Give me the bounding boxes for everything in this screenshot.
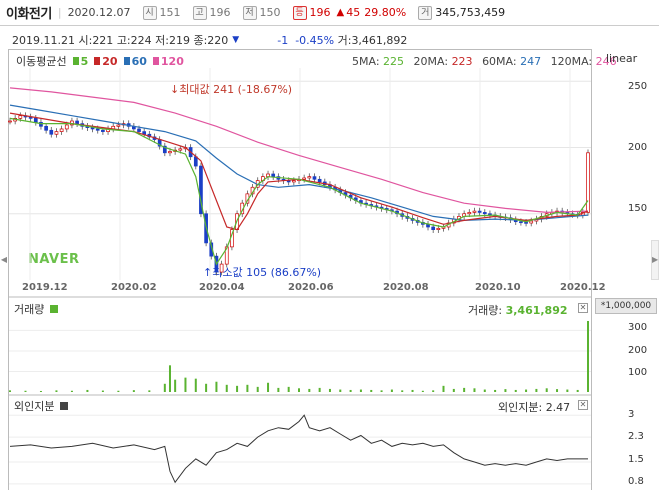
volume-bar bbox=[421, 390, 424, 392]
volume-bar bbox=[587, 320, 589, 392]
volume-bar bbox=[473, 388, 476, 392]
candle-body bbox=[49, 129, 54, 135]
ma5-line bbox=[9, 117, 589, 266]
candle-body bbox=[307, 176, 312, 179]
candle-body bbox=[436, 227, 441, 230]
volume-bar bbox=[174, 379, 177, 392]
volume-bar bbox=[452, 388, 455, 392]
candle-body bbox=[137, 128, 141, 132]
candle-body bbox=[519, 221, 523, 224]
volume-bar bbox=[411, 389, 414, 392]
chart-canvas[interactable] bbox=[0, 0, 659, 490]
volume-bar bbox=[148, 390, 151, 392]
volume-bar bbox=[298, 388, 300, 392]
volume-bar bbox=[225, 384, 228, 392]
candle-body bbox=[116, 124, 121, 127]
candle-body bbox=[193, 156, 198, 167]
candle-body bbox=[472, 210, 477, 213]
candle-body bbox=[59, 128, 64, 132]
candle-body bbox=[524, 222, 528, 224]
volume-bar bbox=[545, 388, 548, 392]
volume-bar bbox=[256, 386, 259, 392]
volume-bar bbox=[39, 390, 42, 392]
volume-bar bbox=[576, 389, 579, 392]
foreign-ownership-line bbox=[9, 414, 588, 484]
candle-body bbox=[431, 226, 436, 231]
volume-bar bbox=[318, 387, 321, 392]
candle-body bbox=[75, 120, 79, 124]
volume-bar bbox=[566, 389, 569, 392]
volume-bar bbox=[215, 381, 218, 392]
candle-body bbox=[168, 151, 172, 154]
candle-body bbox=[271, 173, 276, 178]
candle-body bbox=[44, 125, 48, 131]
volume-bar bbox=[132, 390, 135, 392]
ma60-line bbox=[9, 104, 589, 222]
volume-bar bbox=[432, 390, 435, 392]
candle-body bbox=[8, 120, 12, 123]
volume-bar bbox=[390, 389, 393, 392]
candle-body bbox=[302, 177, 307, 180]
volume-bar bbox=[556, 389, 559, 392]
candle-body bbox=[64, 124, 69, 130]
volume-bar bbox=[277, 387, 280, 392]
volume-bar bbox=[328, 388, 331, 392]
volume-bar bbox=[267, 382, 270, 392]
candle-body bbox=[529, 220, 534, 224]
candle-body bbox=[178, 148, 183, 151]
volume-bar bbox=[205, 383, 208, 392]
volume-bar bbox=[308, 388, 311, 392]
volume-bar bbox=[184, 377, 187, 392]
candle-body bbox=[291, 180, 296, 183]
volume-bar bbox=[463, 387, 466, 392]
ma120-line bbox=[9, 87, 589, 214]
volume-bar bbox=[168, 365, 171, 392]
volume-bar bbox=[442, 385, 445, 392]
volume-bar bbox=[483, 389, 486, 392]
volume-bar bbox=[9, 390, 11, 392]
volume-bar bbox=[514, 389, 517, 392]
volume-bar bbox=[163, 383, 166, 392]
volume-bar bbox=[70, 390, 73, 392]
volume-bar bbox=[504, 389, 507, 392]
volume-bar bbox=[339, 389, 342, 392]
candle-body bbox=[317, 178, 322, 183]
volume-bar bbox=[86, 389, 89, 392]
candle-body bbox=[586, 152, 590, 213]
candle-body bbox=[219, 263, 224, 273]
volume-bar bbox=[55, 390, 58, 392]
volume-bar bbox=[117, 390, 120, 392]
volume-bar bbox=[349, 389, 352, 392]
volume-bar bbox=[101, 390, 104, 392]
volume-bar bbox=[359, 389, 362, 392]
volume-bar bbox=[287, 386, 290, 392]
candle-body bbox=[54, 131, 59, 135]
candle-body bbox=[33, 117, 38, 123]
volume-bar bbox=[246, 384, 249, 392]
candle-body bbox=[101, 129, 105, 132]
candle-body bbox=[95, 128, 100, 131]
volume-bar bbox=[194, 378, 197, 392]
candle-body bbox=[477, 210, 482, 213]
volume-bar bbox=[24, 390, 27, 392]
volume-bar bbox=[535, 388, 538, 392]
volume-bar bbox=[236, 385, 239, 392]
candle-body bbox=[482, 212, 487, 215]
candle-body bbox=[18, 115, 23, 119]
volume-bar bbox=[494, 389, 497, 392]
volume-bar bbox=[370, 389, 373, 392]
volume-bar bbox=[401, 390, 404, 392]
volume-bar bbox=[525, 389, 528, 392]
volume-bar bbox=[380, 390, 383, 392]
candle-body bbox=[312, 176, 317, 180]
candle-body bbox=[467, 212, 472, 215]
